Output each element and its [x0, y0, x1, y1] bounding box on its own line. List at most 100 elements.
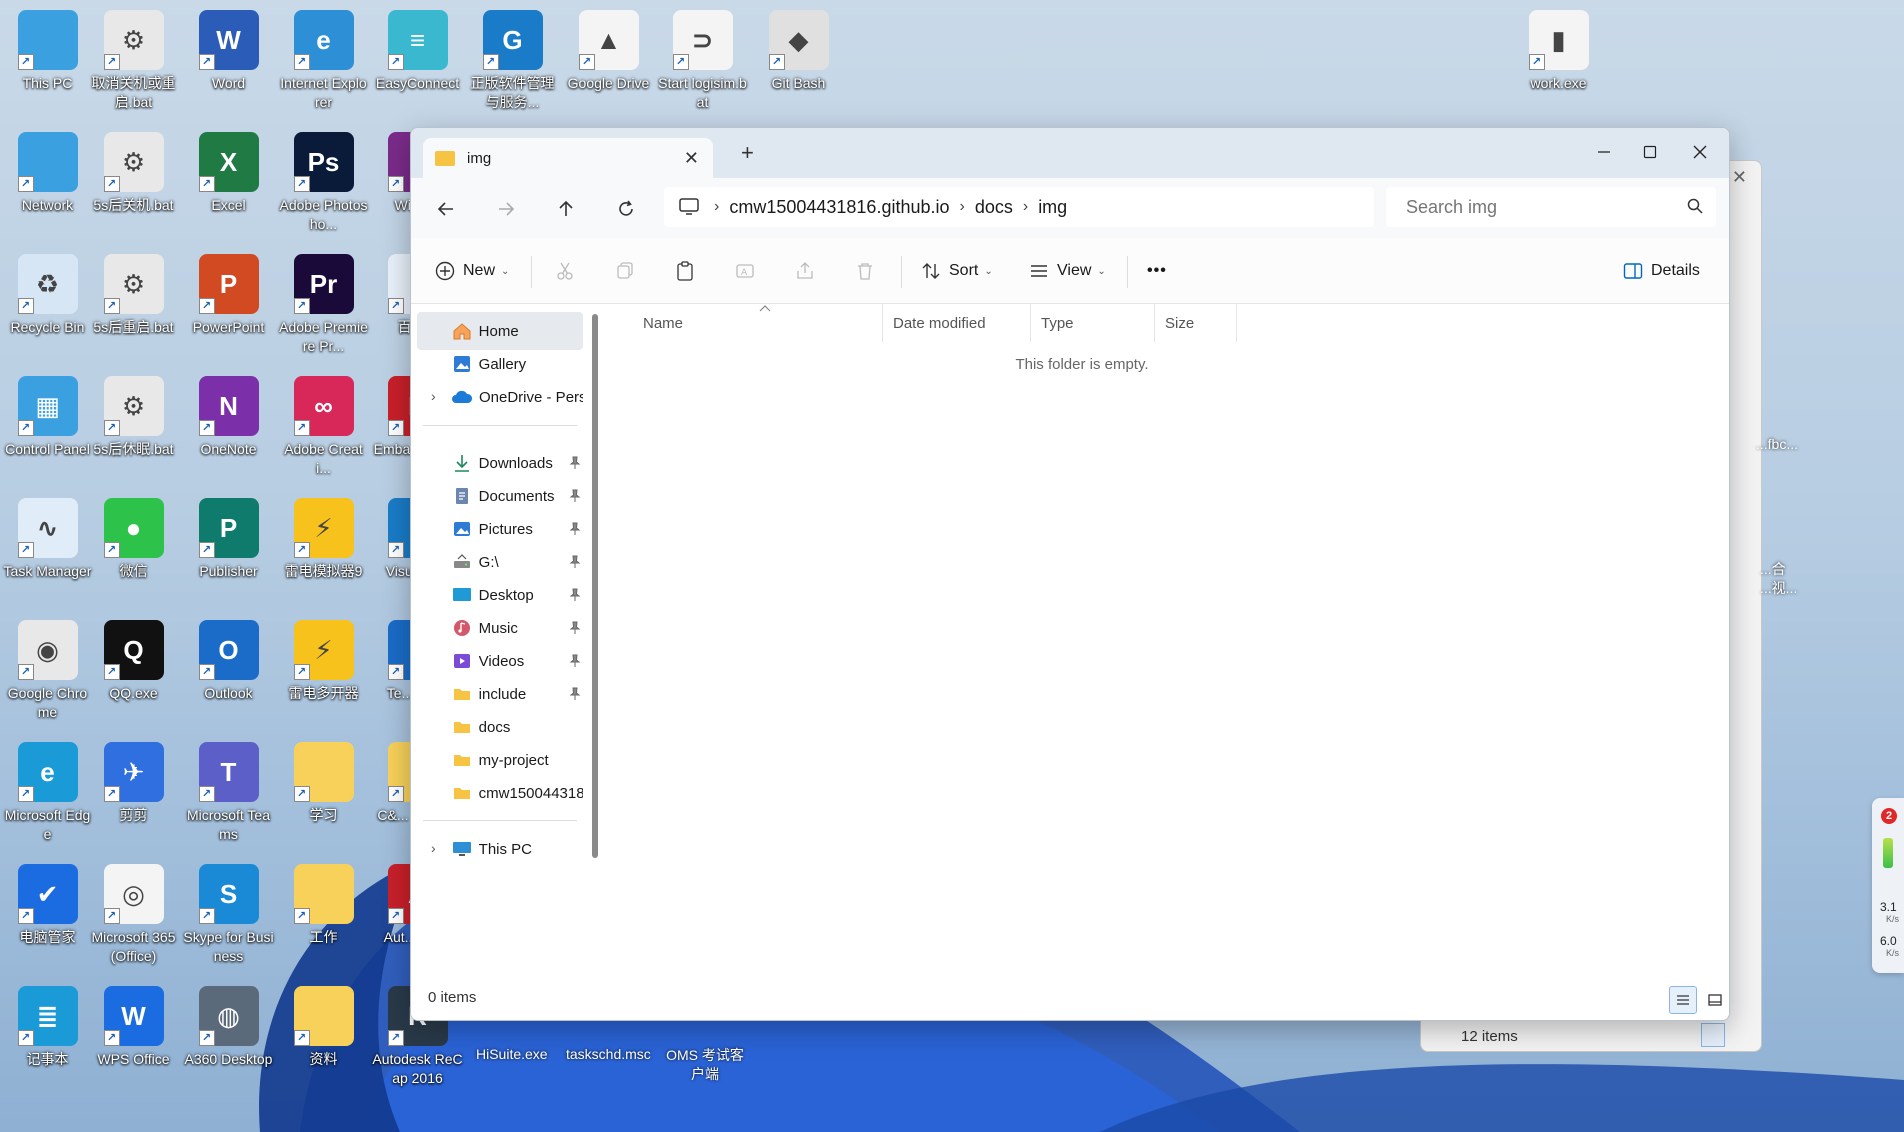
pin-icon[interactable] [567, 587, 583, 603]
sidebar-item-cmw150044318[interactable]: cmw150044318 [417, 774, 583, 812]
search-input[interactable] [1404, 195, 1664, 219]
desktop-icon[interactable]: P ↗ Publisher [181, 490, 276, 581]
file-list-pane[interactable]: Name Date modified Type Size This folder… [607, 304, 1729, 980]
details-view-button[interactable] [1669, 986, 1697, 1014]
desktop-icon[interactable]: ↗ This PC [0, 2, 95, 93]
rename-button[interactable]: A [735, 254, 755, 288]
close-icon [1693, 145, 1707, 159]
pin-icon[interactable] [567, 488, 583, 504]
desktop-icon[interactable]: ♻ ↗ Recycle Bin [0, 246, 95, 337]
desktop-icon[interactable]: e ↗ Microsoft Edge [0, 734, 95, 844]
tab-img[interactable]: img ✕ [423, 138, 713, 178]
desktop-icon[interactable]: ▲ ↗ Google Drive [561, 2, 656, 93]
desktop-icon[interactable]: ▦ ↗ Control Panel [0, 368, 95, 459]
chevron-right-icon[interactable]: › [431, 840, 436, 856]
desktop-icon[interactable]: ⚙ ↗ 5s后休眠.bat [86, 368, 181, 459]
desktop-icon[interactable]: ▮ ↗ work.exe [1511, 2, 1606, 93]
battery-icon [1883, 838, 1893, 868]
new-button[interactable]: New ⌄ [435, 254, 509, 288]
desktop-icon[interactable]: e ↗ Internet Explorer [276, 2, 371, 112]
pin-icon[interactable] [567, 554, 583, 570]
shortcut-arrow-icon: ↗ [17, 420, 34, 436]
desktop-icon[interactable]: ⚙ ↗ 5s后关机.bat [86, 124, 181, 215]
desktop-icon[interactable]: ◆ ↗ Git Bash [751, 2, 846, 93]
breadcrumb-img[interactable]: img [1038, 197, 1067, 218]
minimize-button[interactable] [1581, 136, 1627, 168]
desktop-icon[interactable]: ↗ 学习 [276, 734, 371, 825]
maximize-button[interactable] [1627, 136, 1673, 168]
view-button[interactable]: View ⌄ [1029, 254, 1106, 288]
desktop-icon[interactable]: O ↗ Outlook [181, 612, 276, 703]
breadcrumb-docs[interactable]: docs [975, 197, 1013, 218]
new-tab-icon[interactable]: + [741, 140, 754, 166]
desktop-icon[interactable]: ✈ ↗ 剪剪 [86, 734, 181, 825]
copy-button[interactable] [615, 254, 635, 288]
desktop-icon[interactable]: W ↗ Word [181, 2, 276, 93]
cut-button[interactable] [555, 254, 575, 288]
desktop-icon[interactable]: ⚙ ↗ 5s后重启.bat [86, 246, 181, 337]
delete-button[interactable] [855, 254, 875, 288]
desktop-icon[interactable]: ⚡ ↗ 雷电多开器 [276, 612, 371, 703]
tiles-view-icon[interactable] [1729, 1023, 1753, 1047]
desktop-icon[interactable]: Q ↗ QQ.exe [86, 612, 181, 703]
network-speed-widget[interactable]: 2 3.1 K/s 6.0 K/s [1872, 798, 1904, 973]
tab-close-icon[interactable]: ✕ [684, 148, 699, 169]
desktop-icon[interactable]: ⚡ ↗ 雷电模拟器9 [276, 490, 371, 581]
share-button[interactable] [795, 254, 815, 288]
desktop-icon[interactable]: ∞ ↗ Adobe Creati... [276, 368, 371, 478]
more-options-button[interactable]: ••• [1147, 254, 1167, 288]
pin-icon[interactable] [567, 521, 583, 537]
sidebar-scrollbar[interactable] [592, 314, 598, 858]
desktop-icon[interactable]: ≣ ↗ 记事本 [0, 978, 95, 1069]
desktop-icon[interactable]: T ↗ Microsoft Teams [181, 734, 276, 844]
details-button[interactable]: Details [1623, 254, 1700, 288]
desktop-icon[interactable]: X ↗ Excel [181, 124, 276, 215]
pin-icon[interactable] [567, 455, 583, 471]
column-header-date-modified[interactable]: Date modified [883, 304, 1031, 342]
desktop-icon[interactable]: ↗ Network [0, 124, 95, 215]
desktop-icon[interactable]: S ↗ Skype for Business [181, 856, 276, 966]
desktop-icon[interactable]: N ↗ OneNote [181, 368, 276, 459]
column-header-type[interactable]: Type [1031, 304, 1155, 342]
back-button[interactable] [429, 192, 463, 226]
refresh-button[interactable] [609, 192, 643, 226]
video-icon [451, 650, 473, 672]
breadcrumb-github-io[interactable]: cmw15004431816.github.io [729, 197, 949, 218]
desktop-icon[interactable]: Ps ↗ Adobe Photosho... [276, 124, 371, 234]
paste-button[interactable] [675, 254, 695, 288]
desktop-icon[interactable]: ↗ 资料 [276, 978, 371, 1069]
pin-icon[interactable] [567, 620, 583, 636]
file-explorer-window[interactable]: img ✕ + › cmw15004431816.github.io › doc… [410, 127, 1730, 1021]
details-view-icon[interactable] [1701, 1023, 1725, 1047]
desktop-icon[interactable]: ⊃ ↗ Start logisim.bat [655, 2, 750, 112]
forward-button[interactable] [489, 192, 523, 226]
desktop-icon[interactable]: ◎ ↗ Microsoft 365 (Office) [86, 856, 181, 966]
address-bar[interactable]: › cmw15004431816.github.io › docs › img [664, 187, 1374, 227]
pin-icon[interactable] [567, 653, 583, 669]
desktop-icon[interactable]: G ↗ 正版软件管理与服务... [465, 2, 560, 112]
search-box[interactable] [1386, 187, 1716, 227]
column-header-name[interactable]: Name [633, 304, 883, 342]
chevron-right-icon[interactable]: › [431, 388, 436, 404]
desktop-icon[interactable]: W ↗ WPS Office [86, 978, 181, 1069]
desktop-icon[interactable]: ◉ ↗ Google Chrome [0, 612, 95, 722]
tiles-view-button[interactable] [1701, 986, 1729, 1014]
up-button[interactable] [549, 192, 583, 226]
close-icon[interactable]: ✕ [1732, 167, 1747, 188]
desktop-icon[interactable]: ↗ 工作 [276, 856, 371, 947]
pin-icon[interactable] [567, 686, 583, 702]
desktop-icon[interactable]: ● ↗ 微信 [86, 490, 181, 581]
desktop-icon[interactable]: Pr ↗ Adobe Premiere Pr... [276, 246, 371, 356]
desktop-icon[interactable]: ✔ ↗ 电脑管家 [0, 856, 95, 947]
column-header-size[interactable]: Size [1155, 304, 1237, 342]
desktop-icon[interactable]: ◍ ↗ A360 Desktop [181, 978, 276, 1069]
desktop-icon[interactable]: ∿ ↗ Task Manager [0, 490, 95, 581]
sidebar-item-onedrive[interactable]: › OneDrive - Perso [417, 378, 583, 416]
sort-button[interactable]: Sort ⌄ [921, 254, 993, 288]
close-button[interactable] [1677, 136, 1723, 168]
sidebar-item-this-pc[interactable]: › This PC [417, 830, 583, 868]
desktop-icon[interactable]: ⚙ ↗ 取消关机或重启.bat [86, 2, 181, 112]
details-pane-icon [1623, 263, 1643, 279]
desktop-icon[interactable]: P ↗ PowerPoint [181, 246, 276, 337]
desktop-icon[interactable]: ≡ ↗ EasyConnect [370, 2, 465, 93]
